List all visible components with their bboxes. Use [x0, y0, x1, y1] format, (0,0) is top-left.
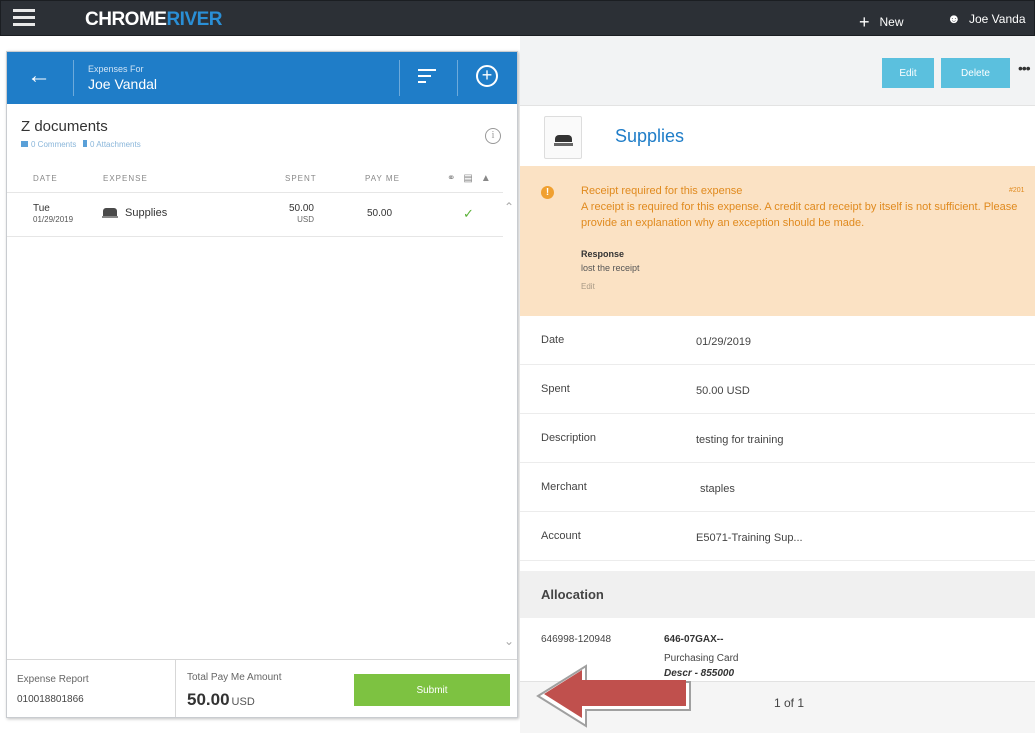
- report-meta: 0 Comments 0 Attachments: [21, 140, 141, 149]
- new-label: New: [879, 15, 904, 29]
- total-amount-currency: USD: [231, 696, 255, 708]
- plus-icon: +: [859, 12, 870, 32]
- report-title: Z documents: [21, 118, 108, 135]
- header-divider: [457, 60, 458, 96]
- allocation-header: Allocation: [520, 571, 1035, 618]
- add-circle-icon[interactable]: +: [476, 65, 498, 87]
- user-name: Joe Vanda: [969, 12, 1026, 26]
- allocation-name: 646-07GAX--: [664, 634, 724, 645]
- warning-icon: ▲: [480, 173, 491, 184]
- field-value: 50.00 USD: [696, 385, 750, 397]
- row-date: 01/29/2019: [33, 215, 74, 224]
- expense-report-panel: ← Expenses For Joe Vandal + Z documents …: [6, 51, 518, 718]
- column-header-icons: ⚭ ▤ ▲: [447, 173, 499, 184]
- scroll-up-icon[interactable]: ⌃: [504, 200, 514, 214]
- header-divider: [73, 60, 74, 96]
- report-footer: Expense Report 010018801866 Total Pay Me…: [7, 659, 517, 717]
- expense-report-number: 010018801866: [17, 694, 84, 705]
- field-value: staples: [700, 483, 735, 495]
- field-value: 01/29/2019: [696, 336, 752, 348]
- comments-count[interactable]: 0 Comments: [31, 140, 76, 149]
- field-label: Description: [541, 432, 597, 444]
- info-icon[interactable]: i: [485, 128, 501, 144]
- total-pay-me-amount: 50.00 USD: [187, 690, 255, 710]
- divider: [7, 236, 503, 237]
- row-day: Tue: [33, 203, 50, 214]
- comment-icon: ▤: [463, 173, 473, 184]
- field-label: Date: [541, 334, 565, 346]
- column-header-date: DATE: [33, 174, 58, 183]
- detail-toolbar: Edit Delete •••: [520, 36, 1035, 106]
- column-header-spent: SPENT: [285, 174, 317, 183]
- expense-row[interactable]: Tue 01/29/2019 Supplies 50.00 USD 50.00 …: [7, 194, 503, 236]
- edit-button[interactable]: Edit: [882, 58, 934, 88]
- response-value: lost the receipt: [581, 263, 640, 273]
- delete-button[interactable]: Delete: [941, 58, 1010, 88]
- logo-text-river: RIVER: [166, 9, 223, 30]
- field-label: Account: [541, 530, 581, 542]
- scroll-down-icon[interactable]: ⌄: [504, 634, 514, 648]
- warning-text: A receipt is required for this expense. …: [581, 201, 1018, 229]
- sort-icon[interactable]: [418, 69, 436, 87]
- row-spent-currency: USD: [297, 215, 314, 224]
- top-nav-bar: CHROMERIVER + New ☻ Joe Vanda: [0, 0, 1035, 36]
- report-header: ← Expenses For Joe Vandal +: [7, 52, 517, 104]
- field-date: Date 01/29/2019: [520, 316, 1035, 365]
- menu-icon[interactable]: [13, 9, 35, 27]
- app-logo[interactable]: CHROMERIVER: [85, 9, 223, 31]
- user-icon: ☻: [947, 11, 961, 26]
- field-merchant: Merchant staples: [520, 463, 1035, 512]
- field-account: Account E5071-Training Sup...: [520, 512, 1035, 561]
- new-button[interactable]: + New: [859, 10, 904, 32]
- response-label: Response: [581, 249, 625, 259]
- warning-icon: !: [541, 186, 554, 199]
- header-divider: [399, 60, 400, 96]
- comment-icon: [21, 141, 28, 147]
- submit-button[interactable]: Submit: [354, 674, 510, 706]
- category-icon-box: [544, 116, 582, 159]
- report-owner: Joe Vandal: [88, 76, 158, 92]
- field-label: Spent: [541, 383, 570, 395]
- expense-report-label: Expense Report: [17, 674, 89, 685]
- expenses-for-label: Expenses For: [88, 64, 144, 74]
- row-pay-me: 50.00: [367, 208, 393, 219]
- allocation-title: Allocation: [541, 587, 604, 602]
- stapler-icon: [554, 135, 573, 146]
- annotation-arrow: [536, 664, 691, 728]
- receipt-warning: ! Receipt required for this expense #201…: [520, 166, 1035, 316]
- response-edit-link[interactable]: Edit: [581, 282, 595, 291]
- divider: [7, 192, 503, 193]
- attachment-icon: ⚭: [447, 173, 456, 184]
- expense-detail-panel: Edit Delete ••• Supplies ! Receipt requi…: [520, 36, 1035, 733]
- footer-divider: [175, 660, 176, 717]
- check-icon: ✓: [463, 206, 474, 221]
- column-header-pay-me: PAY ME: [365, 174, 400, 183]
- total-pay-me-label: Total Pay Me Amount: [187, 672, 282, 683]
- total-amount-value: 50.00: [187, 690, 230, 709]
- pager-text: 1 of 1: [774, 696, 805, 710]
- warning-title: Receipt required for this expense: [581, 185, 743, 197]
- field-label: Merchant: [541, 481, 587, 493]
- field-value: testing for training: [696, 434, 784, 446]
- logo-text-chrome: CHROME: [85, 9, 167, 30]
- row-expense: Supplies: [125, 207, 168, 219]
- field-description: Description testing for training: [520, 414, 1035, 463]
- user-menu[interactable]: ☻ Joe Vanda: [947, 11, 1026, 26]
- field-value: E5071-Training Sup...: [696, 532, 803, 544]
- attachments-count[interactable]: 0 Attachments: [90, 140, 141, 149]
- field-spent: Spent 50.00 USD: [520, 365, 1035, 414]
- stapler-icon: [102, 208, 118, 218]
- expense-category-title: Supplies: [615, 126, 685, 146]
- row-spent: 50.00: [288, 203, 314, 214]
- warning-code: #201: [1009, 187, 1025, 194]
- column-header-expense: EXPENSE: [103, 174, 148, 183]
- attachment-icon: [83, 140, 88, 147]
- allocation-code: 646998-120948: [541, 634, 612, 645]
- back-arrow-icon[interactable]: ←: [27, 64, 51, 88]
- more-icon[interactable]: •••: [1018, 60, 1031, 76]
